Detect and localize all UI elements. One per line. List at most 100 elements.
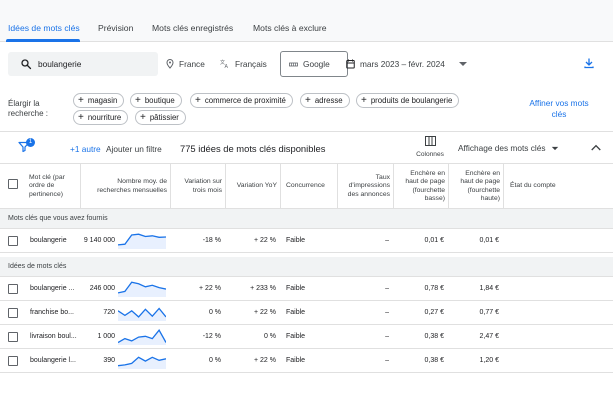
more-filters-link[interactable]: +1 autre <box>70 144 101 154</box>
table-header: Mot clé (par ordre de pertinence) Nombre m… <box>0 164 613 209</box>
col-keyword[interactable]: Mot clé (par ordre de pertinence) <box>29 164 79 209</box>
three-month-cell: + 22 % <box>199 285 221 292</box>
keyword-cell[interactable]: franchise bo... <box>30 309 74 316</box>
section-title: Idées de mots clés <box>8 263 67 270</box>
table-row[interactable]: boulangerie ... 246 000 + 22 % + 233 % F… <box>0 277 613 301</box>
search-value: boulangerie <box>38 59 82 69</box>
impression-cell: – <box>385 237 389 244</box>
table-row[interactable]: franchise bo... 720 0 % + 22 % Faible – … <box>0 301 613 325</box>
pill-label: commerce de proximité <box>204 96 286 105</box>
table-row[interactable]: livraison boul... 1 000 -12 % 0 % Faible… <box>0 325 613 349</box>
plus-icon: + <box>78 94 84 106</box>
keyword-count: 775 idées de mots clés disponibles <box>180 143 326 154</box>
trend-sparkline <box>118 329 166 345</box>
col-competition[interactable]: Concurrence <box>286 164 336 209</box>
broaden-label-line1: Élargir la <box>8 99 40 108</box>
col-bid-high[interactable]: Enchère en haut de page (fourchette haute) <box>450 164 500 209</box>
plus-icon: + <box>195 94 201 106</box>
suggestion-pill-commerce[interactable]: + commerce de proximité <box>190 93 293 108</box>
impression-cell: – <box>385 357 389 364</box>
yoy-cell: + 22 % <box>254 237 276 244</box>
pill-label: magasin <box>87 96 118 105</box>
suggestion-pill-adresse[interactable]: + adresse <box>300 93 350 108</box>
location-selector[interactable]: France <box>166 52 205 76</box>
keyword-cell[interactable]: boulangerie ... <box>30 285 74 292</box>
volume-cell: 390 <box>103 357 115 364</box>
keyword-view-selector[interactable]: Affichage des mots clés <box>458 143 559 153</box>
col-bid-low[interactable]: Enchère en haut de page (fourchette basse) <box>395 164 445 209</box>
three-month-cell: -18 % <box>202 237 221 244</box>
bid-high-cell: 1,20 € <box>479 357 499 364</box>
yoy-cell: + 233 % <box>250 285 276 292</box>
row-checkbox[interactable] <box>8 236 18 246</box>
col-yoy-change[interactable]: Variation YoY <box>227 164 277 209</box>
suggestion-pill-produits[interactable]: + produits de boulangerie <box>356 93 460 108</box>
refine-link-line1: Affiner vos mots <box>529 98 589 108</box>
network-selector[interactable]: Google <box>280 51 348 77</box>
select-all-checkbox[interactable] <box>8 179 18 189</box>
location-pin-icon <box>166 59 174 69</box>
three-month-cell: 0 % <box>208 309 221 316</box>
location-label: France <box>179 59 205 69</box>
language-selector[interactable]: 文A Français <box>220 52 267 76</box>
bid-low-cell: 0,27 € <box>424 309 444 316</box>
pill-label: nourriture <box>87 113 122 122</box>
columns-label: Colonnes <box>416 151 444 158</box>
language-label: Français <box>235 59 267 69</box>
keyword-cell[interactable]: boulangerie l... <box>30 357 76 364</box>
bid-high-cell: 0,01 € <box>479 237 499 244</box>
search-icon <box>21 59 32 70</box>
yoy-cell: 0 % <box>263 333 276 340</box>
filter-count-badge: 1 <box>26 138 35 147</box>
tab-keyword-ideas[interactable]: Idées de mots clés <box>8 23 80 33</box>
date-range-selector[interactable]: mars 2023 – févr. 2024 <box>346 52 468 76</box>
tab-bar: Idées de mots clés Prévision Mots clés e… <box>0 0 613 42</box>
impression-cell: – <box>385 309 389 316</box>
network-icon <box>289 62 298 66</box>
refine-keywords-link[interactable]: Affiner vos mots clés <box>524 98 594 120</box>
three-month-cell: 0 % <box>208 357 221 364</box>
volume-cell: 720 <box>103 309 115 316</box>
download-icon[interactable] <box>583 57 595 69</box>
col-search-volume[interactable]: Nombre moy. de recherches mensuelles <box>82 164 167 209</box>
keyword-cell[interactable]: livraison boul... <box>30 333 77 340</box>
filter-bar: 1 +1 autre Ajouter un filtre 775 idées d… <box>0 131 613 164</box>
suggestion-pill-patissier[interactable]: + pâtissier <box>135 110 186 125</box>
tab-negative-keywords[interactable]: Mots clés à exclure <box>253 23 327 33</box>
columns-button[interactable]: Colonnes <box>412 136 448 158</box>
calendar-icon <box>346 59 355 69</box>
date-range-label: mars 2023 – févr. 2024 <box>360 59 445 69</box>
row-checkbox[interactable] <box>8 284 18 294</box>
row-checkbox[interactable] <box>8 356 18 366</box>
bid-low-cell: 0,38 € <box>424 333 444 340</box>
refine-link-line2: clés <box>551 109 567 119</box>
table-row[interactable]: boulangerie l... 390 0 % + 22 % Faible –… <box>0 349 613 373</box>
col-three-month-change[interactable]: Variation sur trois mois <box>172 164 222 209</box>
yoy-cell: + 22 % <box>254 309 276 316</box>
keyword-cell[interactable]: boulangerie <box>30 237 67 244</box>
suggestion-pill-nourriture[interactable]: + nourriture <box>73 110 129 125</box>
suggestion-pill-boutique[interactable]: + boutique <box>130 93 182 108</box>
plus-icon: + <box>78 111 84 123</box>
col-account-status[interactable]: État du compte <box>510 164 580 209</box>
svg-text:A: A <box>225 64 229 69</box>
competition-cell: Faible <box>286 333 306 340</box>
dropdown-arrow-icon <box>458 62 467 66</box>
row-checkbox[interactable] <box>8 308 18 318</box>
suggestion-pill-magasin[interactable]: + magasin <box>73 93 125 108</box>
tab-saved-keywords[interactable]: Mots clés enregistrés <box>152 23 233 33</box>
yoy-cell: + 22 % <box>254 357 276 364</box>
bid-low-cell: 0,38 € <box>424 357 444 364</box>
volume-cell: 1 000 <box>97 333 115 340</box>
keyword-search-field[interactable]: boulangerie <box>8 52 158 76</box>
row-checkbox[interactable] <box>8 332 18 342</box>
section-title: Mots clés que vous avez fournis <box>8 215 108 222</box>
active-tab-indicator <box>6 39 80 42</box>
chevron-up-icon[interactable] <box>591 144 601 151</box>
add-filter-button[interactable]: Ajouter un filtre <box>106 144 162 154</box>
tab-forecast[interactable]: Prévision <box>98 23 133 33</box>
table-row[interactable]: boulangerie 9 140 000 -18 % + 22 % Faibl… <box>0 229 613 253</box>
competition-cell: Faible <box>286 357 306 364</box>
col-ad-impression-share[interactable]: Taux d'impressions des annonces <box>339 164 390 209</box>
bid-high-cell: 2,47 € <box>479 333 499 340</box>
